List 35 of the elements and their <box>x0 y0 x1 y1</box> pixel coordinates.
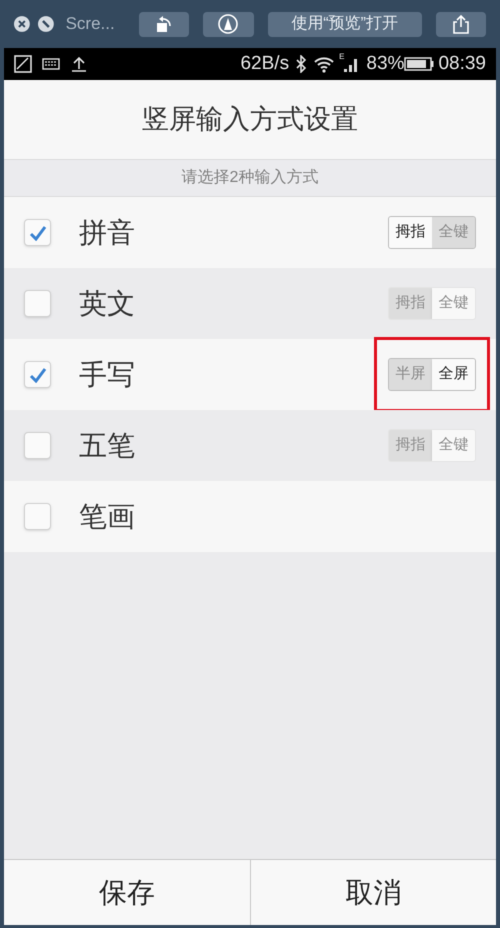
method-label: 英文 <box>79 286 136 320</box>
clock: 08:39 <box>438 52 486 76</box>
method-label: 拼音 <box>79 216 136 250</box>
window-title: Scre... <box>66 13 116 36</box>
method-label: 手写 <box>79 358 136 392</box>
network-type: E <box>339 51 344 63</box>
battery-icon <box>404 56 434 72</box>
segment-tab[interactable]: 全屏 <box>432 359 475 390</box>
hint-text: 请选择2种输入方式 <box>182 168 318 188</box>
upload-icon <box>70 55 88 73</box>
method-label: 笔画 <box>79 500 136 534</box>
wifi-icon <box>313 55 336 73</box>
rotate-button[interactable] <box>138 12 190 36</box>
share-icon <box>452 14 470 34</box>
check-icon <box>28 224 46 240</box>
checkbox[interactable] <box>24 503 51 530</box>
battery-percent: 83% <box>366 52 404 76</box>
segment-tab[interactable]: 拇指 <box>389 217 432 248</box>
keyboard-icon <box>42 57 60 71</box>
pen-circle-icon <box>217 13 240 35</box>
method-label: 五笔 <box>79 428 136 462</box>
screen-title: 竖屏输入方式设置 <box>142 103 358 136</box>
share-button[interactable] <box>436 12 486 36</box>
image-icon <box>14 55 32 73</box>
open-with-button[interactable]: 使用“预览”打开 <box>268 12 422 36</box>
save-button[interactable]: 保存 <box>4 860 250 925</box>
checkbox[interactable] <box>24 219 51 246</box>
close-icon[interactable] <box>14 16 30 32</box>
block-icon[interactable] <box>38 16 54 32</box>
bluetooth-icon <box>295 55 308 73</box>
checkbox[interactable] <box>24 361 51 388</box>
markup-button[interactable] <box>203 12 254 36</box>
cancel-button[interactable]: 取消 <box>250 860 496 925</box>
check-icon <box>28 366 46 382</box>
network-speed: 62B/s <box>240 52 290 76</box>
